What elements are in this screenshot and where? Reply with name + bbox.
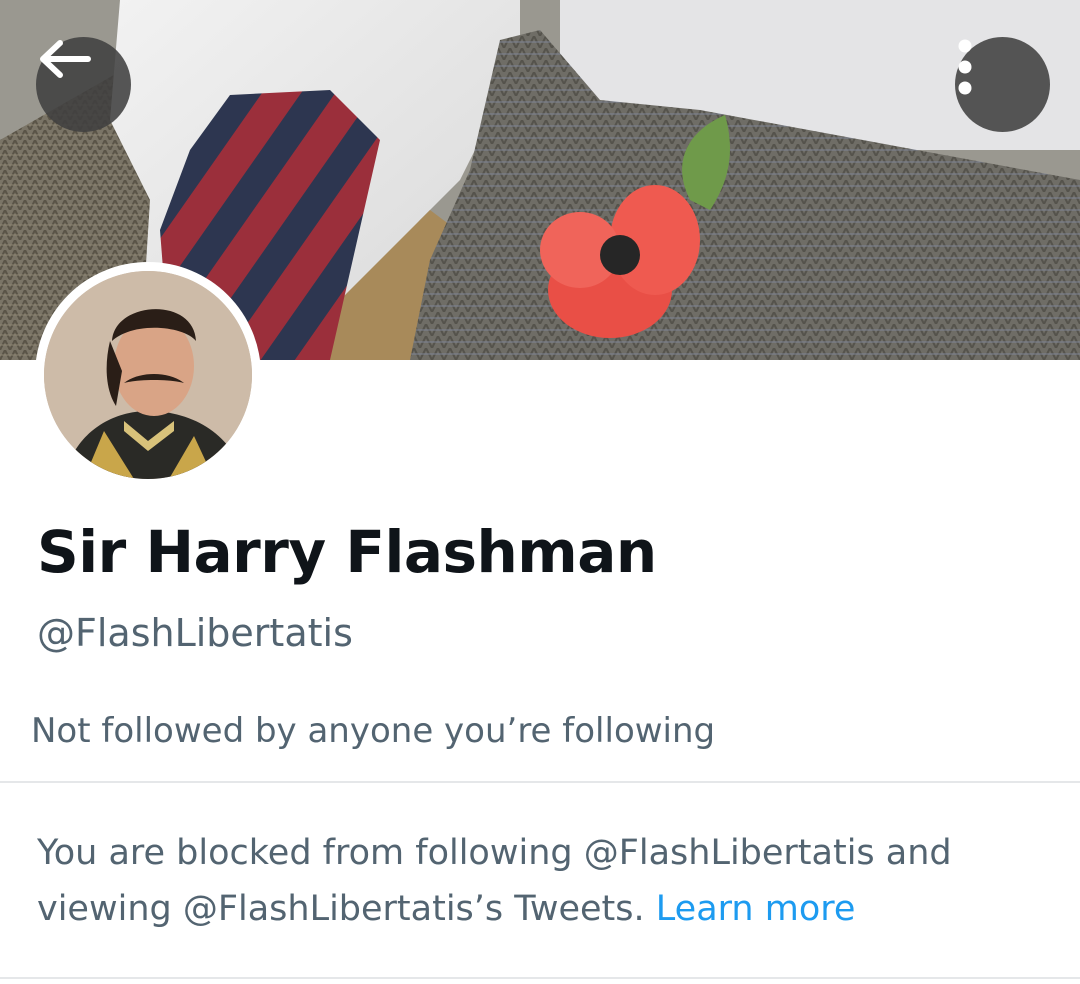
username-handle: @FlashLibertatis xyxy=(37,611,353,655)
learn-more-link[interactable]: Learn more xyxy=(656,889,856,929)
avatar-image xyxy=(44,271,252,479)
back-button[interactable] xyxy=(36,37,131,132)
avatar[interactable] xyxy=(35,262,261,488)
divider xyxy=(0,781,1080,783)
arrow-left-icon xyxy=(40,40,91,78)
blocked-notice: You are blocked from following @FlashLib… xyxy=(37,825,1057,937)
more-vertical-icon xyxy=(958,39,972,95)
followers-you-know[interactable]: Not followed by anyone you’re following xyxy=(31,711,715,751)
divider xyxy=(0,977,1080,979)
more-options-button[interactable] xyxy=(955,37,1050,132)
display-name: Sir Harry Flashman xyxy=(37,518,657,586)
